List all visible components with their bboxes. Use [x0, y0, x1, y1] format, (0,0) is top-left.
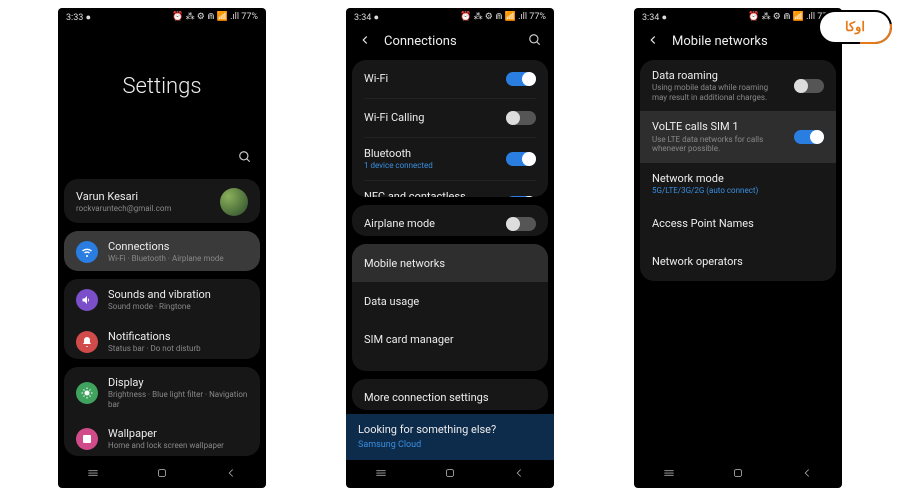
settings-item-notifications[interactable]: NotificationsStatus bar · Do not disturb	[64, 321, 260, 359]
settings-item-sounds[interactable]: Sounds and vibrationSound mode · Rington…	[64, 279, 260, 321]
search-icon[interactable]	[238, 150, 252, 167]
status-time: 3:33	[66, 13, 83, 23]
home-button[interactable]	[731, 466, 745, 483]
back-icon[interactable]	[646, 33, 660, 50]
status-bar: 3:34 ● ⏰ ⁂ ⚙ ⋒ 📶 .ıll 77%	[346, 8, 554, 26]
display-icon	[76, 382, 98, 404]
recents-button[interactable]	[86, 466, 100, 483]
bell-icon	[76, 331, 98, 353]
nav-bar	[346, 460, 554, 488]
status-bar: 3:34 ● ⏰ ⁂ ⚙ ⋒ 📶 .ıll 77%	[634, 8, 842, 26]
recents-button[interactable]	[374, 466, 388, 483]
conn-airplane[interactable]: Airplane mode	[352, 205, 548, 237]
phone-mobile-networks: 3:34 ● ⏰ ⁂ ⚙ ⋒ 📶 .ıll 77% Mobile network…	[634, 8, 842, 488]
wallpaper-icon	[76, 428, 98, 450]
home-button[interactable]	[155, 466, 169, 483]
conn-hotspot[interactable]: Mobile Hotspot and Tethering	[352, 358, 548, 370]
header-title: Connections	[384, 34, 457, 49]
nav-bar	[634, 460, 842, 488]
sound-icon	[76, 289, 98, 311]
conn-data-usage[interactable]: Data usage	[352, 282, 548, 320]
status-bar: 3:33 ● ⏰ ⁂ ⚙ ⋒ 📶 .ıll 77%	[58, 8, 266, 26]
settings-item-connections[interactable]: ConnectionsWi-Fi · Bluetooth · Airplane …	[64, 231, 260, 271]
conn-bluetooth[interactable]: Bluetooth1 device connected	[352, 138, 548, 180]
airplane-toggle[interactable]	[506, 217, 536, 231]
volte-toggle[interactable]	[794, 130, 824, 144]
wifi-calling-toggle[interactable]	[506, 111, 536, 125]
settings-item-display[interactable]: DisplayBrightness · Blue light filter · …	[64, 367, 260, 418]
mn-apn[interactable]: Access Point Names	[640, 205, 836, 243]
nfc-toggle[interactable]	[506, 196, 536, 197]
profile-email: rockvaruntech@gmail.com	[76, 204, 210, 214]
conn-sim[interactable]: SIM card manager	[352, 320, 548, 358]
header: Mobile networks	[634, 26, 842, 56]
bluetooth-toggle[interactable]	[506, 152, 536, 166]
roaming-toggle[interactable]	[794, 79, 824, 93]
back-button[interactable]	[800, 466, 814, 483]
mn-volte[interactable]: VoLTE calls SIM 1Use LTE data networks f…	[640, 111, 836, 162]
conn-nfc[interactable]: NFC and contactless payments	[352, 181, 548, 197]
header: Connections	[346, 26, 554, 56]
conn-wifi-calling[interactable]: Wi-Fi Calling	[352, 99, 548, 137]
phone-connections: 3:34 ● ⏰ ⁂ ⚙ ⋒ 📶 .ıll 77% Connections Wi…	[346, 8, 554, 488]
page-title: Settings	[58, 26, 266, 146]
phone-settings: 3:33 ● ⏰ ⁂ ⚙ ⋒ 📶 .ıll 77% Settings Varun…	[58, 8, 266, 488]
footer-prompt[interactable]: Looking for something else? Samsung Clou…	[346, 414, 554, 460]
wifi-toggle[interactable]	[506, 72, 536, 86]
back-button[interactable]	[512, 466, 526, 483]
recents-button[interactable]	[662, 466, 676, 483]
conn-mobile-networks[interactable]: Mobile networks	[352, 244, 548, 282]
profile-row[interactable]: Varun Kesari rockvaruntech@gmail.com	[64, 179, 260, 223]
search-icon[interactable]	[528, 33, 542, 50]
conn-wifi[interactable]: Wi-Fi	[352, 60, 548, 98]
avatar	[220, 188, 248, 216]
settings-item-wallpaper[interactable]: WallpaperHome and lock screen wallpaper	[64, 418, 260, 456]
home-button[interactable]	[443, 466, 457, 483]
back-icon[interactable]	[358, 33, 372, 50]
mn-operators[interactable]: Network operators	[640, 243, 836, 281]
conn-more[interactable]: More connection settings	[352, 379, 548, 411]
nav-bar	[58, 460, 266, 488]
mn-network-mode[interactable]: Network mode5G/LTE/3G/2G (auto connect)	[640, 163, 836, 205]
watermark-logo: اوکا	[818, 10, 892, 44]
wifi-icon	[76, 241, 98, 263]
header-title: Mobile networks	[672, 34, 768, 49]
profile-name: Varun Kesari	[76, 190, 210, 203]
back-button[interactable]	[224, 466, 238, 483]
mn-roaming[interactable]: Data roamingUsing mobile data while roam…	[640, 60, 836, 111]
